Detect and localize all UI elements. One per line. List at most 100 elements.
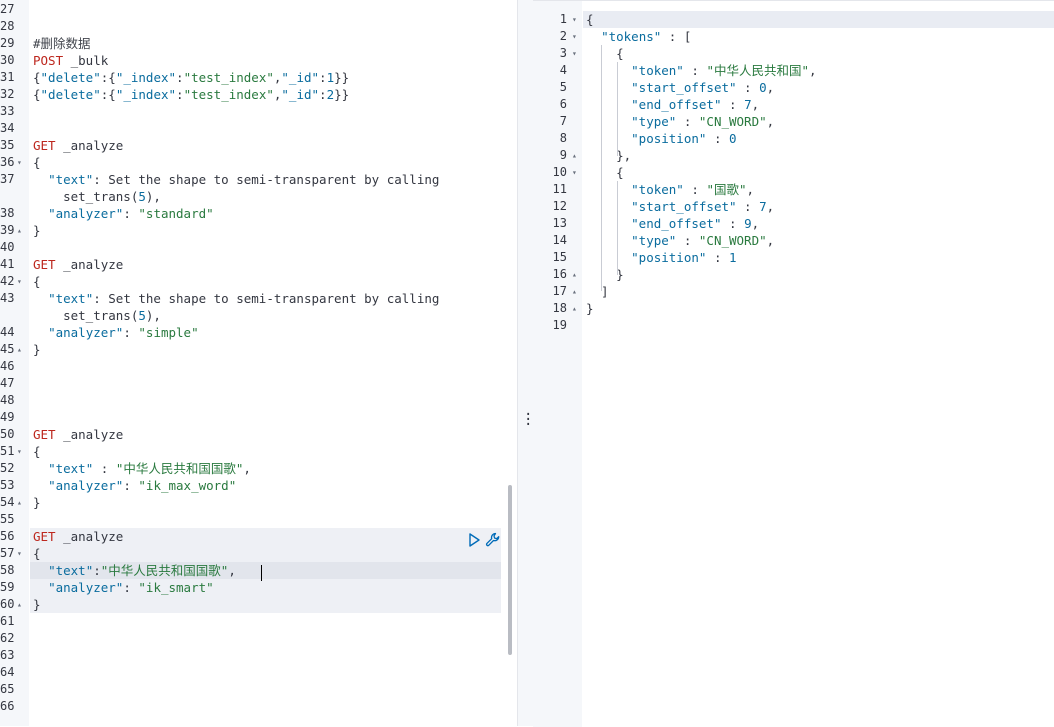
code-line[interactable]: 44 "analyzer": "simple" <box>0 324 517 341</box>
code-line[interactable]: 47 <box>0 375 517 392</box>
code-line[interactable]: 46 <box>0 358 517 375</box>
code-line[interactable]: 54 ▴} <box>0 494 517 511</box>
code-line[interactable]: 11 "token" : "国歌", <box>533 181 1054 198</box>
code-line[interactable]: 31 {"delete":{"_index":"test_index","_id"… <box>0 69 517 86</box>
fold-arrow-icon[interactable]: ▾ <box>572 45 577 62</box>
code-line[interactable]: 14 "type" : "CN_WORD", <box>533 232 1054 249</box>
code-line[interactable]: set_trans(5), <box>0 307 517 324</box>
wrench-icon[interactable] <box>485 532 501 548</box>
code-line[interactable]: 51 ▾ { <box>0 443 517 460</box>
code-line[interactable]: 9 ▴ }, <box>533 147 1054 164</box>
code-line[interactable]: 15 "position" : 1 <box>533 249 1054 266</box>
code-line[interactable]: 32 {"delete":{"_index":"test_index","_id"… <box>0 86 517 103</box>
code-line[interactable]: 58 "text":"中华人民共和国国歌", <box>0 562 517 579</box>
fold-arrow-icon[interactable]: ▾ <box>572 28 577 45</box>
request-editor-scrollbar[interactable] <box>508 485 512 655</box>
line-number: 10 <box>552 165 567 179</box>
request-editor[interactable]: 27 28 29 #删除数据 30 POST _bulk 31 {"delete":{"_in… <box>0 0 517 726</box>
unfold-arrow-icon[interactable]: ▴ <box>572 300 577 317</box>
code-line[interactable]: 36 ▾ { <box>0 154 517 171</box>
code-line[interactable]: 50 GET _analyze <box>0 426 517 443</box>
code-line[interactable]: 62 <box>0 630 517 647</box>
fold-arrow-icon[interactable]: ▾ <box>17 273 22 290</box>
indent-guide <box>601 45 602 291</box>
fold-arrow-icon[interactable]: ▾ <box>572 11 577 28</box>
unfold-arrow-icon[interactable]: ▴ <box>17 494 22 511</box>
code-line[interactable]: 65 <box>0 681 517 698</box>
code-text: "analyzer": "ik_smart" <box>48 580 214 595</box>
code-line[interactable]: 60 ▴} <box>0 596 517 613</box>
code-line[interactable]: 53 "analyzer": "ik_max_word" <box>0 477 517 494</box>
line-number: 29 <box>0 36 15 50</box>
code-line[interactable]: 45 ▴} <box>0 341 517 358</box>
code-text: GET _analyze <box>33 529 124 544</box>
code-line[interactable]: 7 "type" : "CN_WORD", <box>533 113 1054 130</box>
code-line[interactable]: 43 "text": Set the shape to semi-transpa… <box>0 290 517 307</box>
code-line[interactable]: 30 POST _bulk <box>0 52 517 69</box>
line-number: 41 <box>0 257 15 271</box>
code-line[interactable]: 61 <box>0 613 517 630</box>
code-line[interactable]: 12 "start_offset" : 7, <box>533 198 1054 215</box>
fold-arrow-icon[interactable]: ▾ <box>17 545 22 562</box>
code-line[interactable]: 52 "text" : "中华人民共和国国歌", <box>0 460 517 477</box>
unfold-arrow-icon[interactable]: ▴ <box>17 341 22 358</box>
code-line[interactable]: 42 ▾ { <box>0 273 517 290</box>
code-line[interactable]: 16 ▴ } <box>533 266 1054 283</box>
line-number: 38 <box>0 206 15 220</box>
fold-arrow-icon[interactable]: ▾ <box>17 443 22 460</box>
code-line[interactable]: 34 <box>0 120 517 137</box>
code-line[interactable]: 1 ▾ { <box>533 11 1054 28</box>
line-number: 31 <box>0 70 15 84</box>
code-text: { <box>586 12 594 27</box>
line-number: 18 <box>552 301 567 315</box>
line-number: 32 <box>0 87 15 101</box>
code-line[interactable]: 3 ▾ { <box>533 45 1054 62</box>
unfold-arrow-icon[interactable]: ▴ <box>572 266 577 283</box>
code-line[interactable]: 28 <box>0 18 517 35</box>
code-text: } <box>33 223 41 238</box>
code-line[interactable]: 66 <box>0 698 517 715</box>
code-line[interactable]: 59 "analyzer": "ik_smart" <box>0 579 517 596</box>
code-line[interactable]: 39 ▴} <box>0 222 517 239</box>
code-text: "analyzer": "standard" <box>48 206 214 221</box>
code-line[interactable]: 6 "end_offset" : 7, <box>533 96 1054 113</box>
code-line[interactable]: 55 <box>0 511 517 528</box>
fold-arrow-icon[interactable]: ▾ <box>572 164 577 181</box>
code-line[interactable]: 48 <box>0 392 517 409</box>
code-line[interactable]: 33 <box>0 103 517 120</box>
code-text: } <box>33 342 41 357</box>
code-text: { <box>33 444 41 459</box>
code-line[interactable]: 57 ▾ { <box>0 545 517 562</box>
code-line[interactable]: 37 "text": Set the shape to semi-transpa… <box>0 171 517 188</box>
code-line[interactable]: 35 GET _analyze <box>0 137 517 154</box>
fold-arrow-icon[interactable]: ▾ <box>17 154 22 171</box>
code-line[interactable]: 17 ▴ ] <box>533 283 1054 300</box>
code-line[interactable]: 64 <box>0 664 517 681</box>
code-line[interactable]: 49 <box>0 409 517 426</box>
code-line[interactable]: 40 <box>0 239 517 256</box>
unfold-arrow-icon[interactable]: ▴ <box>572 283 577 300</box>
code-line[interactable]: 19 <box>533 317 1054 334</box>
code-line[interactable]: 10 ▾ { <box>533 164 1054 181</box>
code-line[interactable]: set_trans(5), <box>0 188 517 205</box>
line-number: 48 <box>0 393 15 407</box>
unfold-arrow-icon[interactable]: ▴ <box>572 147 577 164</box>
play-icon[interactable] <box>466 532 482 548</box>
code-line[interactable]: 8 "position" : 0 <box>533 130 1054 147</box>
code-line[interactable]: 13 "end_offset" : 9, <box>533 215 1054 232</box>
code-line[interactable]: 4 "token" : "中华人民共和国", <box>533 62 1054 79</box>
code-line[interactable]: 18 ▴} <box>533 300 1054 317</box>
code-line[interactable]: 5 "start_offset" : 0, <box>533 79 1054 96</box>
code-line[interactable]: 29 #删除数据 <box>0 35 517 52</box>
code-line[interactable]: 2 ▾ "tokens" : [ <box>533 28 1054 45</box>
code-line[interactable]: 56 GET _analyze <box>0 528 517 545</box>
line-number: 28 <box>0 19 15 33</box>
code-line[interactable]: 38 "analyzer": "standard" <box>0 205 517 222</box>
response-viewer[interactable]: 1 ▾ {2 ▾ "tokens" : [3 ▾ {4 "token" : "中华人民共… <box>533 0 1054 727</box>
code-line[interactable]: 63 <box>0 647 517 664</box>
unfold-arrow-icon[interactable]: ▴ <box>17 596 22 613</box>
line-number: 14 <box>552 233 567 247</box>
code-line[interactable]: 41 GET _analyze <box>0 256 517 273</box>
unfold-arrow-icon[interactable]: ▴ <box>17 222 22 239</box>
code-line[interactable]: 27 <box>0 1 517 18</box>
